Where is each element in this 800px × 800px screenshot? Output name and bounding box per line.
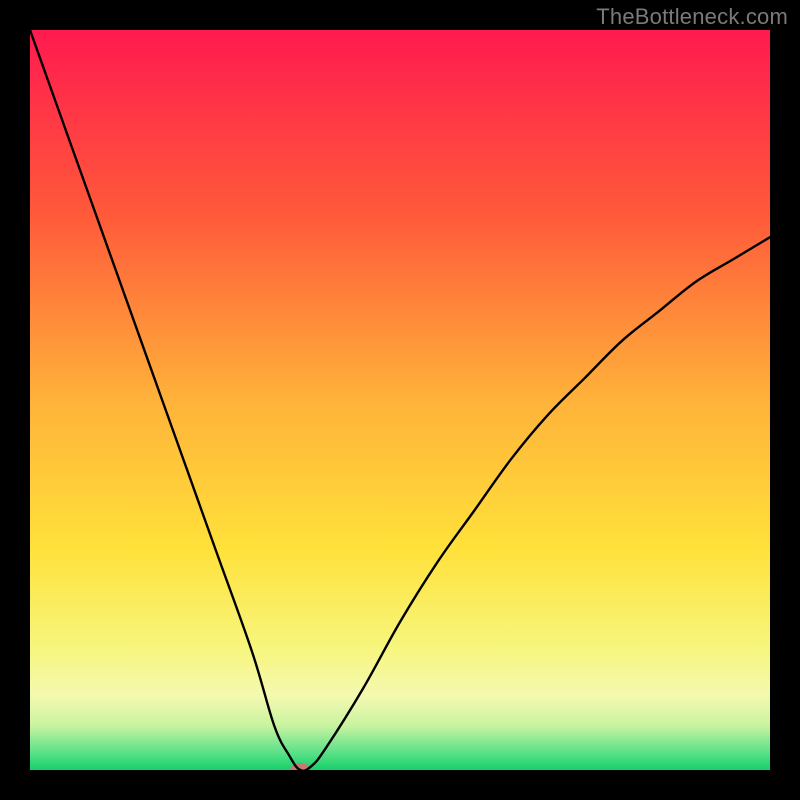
gradient-background <box>30 30 770 770</box>
watermark-text: TheBottleneck.com <box>596 4 788 30</box>
bottleneck-chart <box>30 30 770 770</box>
chart-frame: TheBottleneck.com <box>0 0 800 800</box>
plot-area <box>30 30 770 770</box>
